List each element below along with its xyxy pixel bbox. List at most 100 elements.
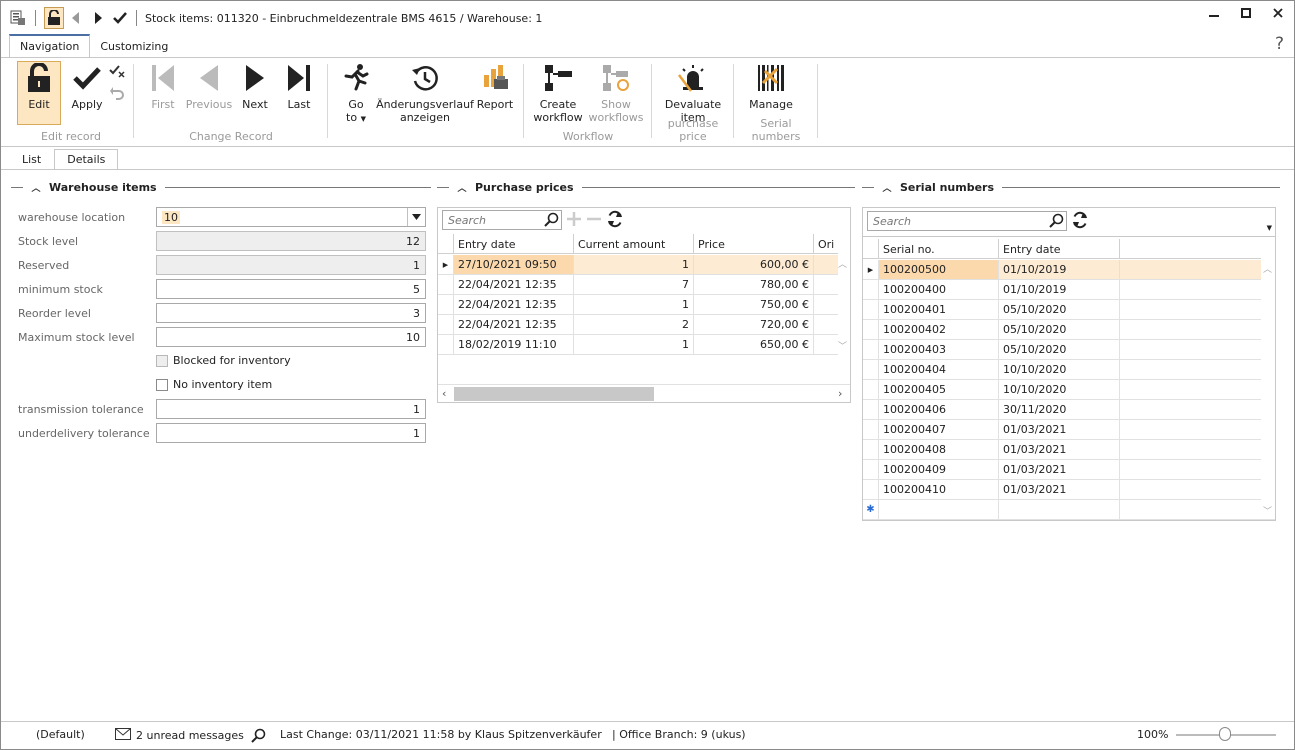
checkbox-box[interactable] xyxy=(156,354,168,367)
cell-serial-no[interactable]: 100200401 xyxy=(879,300,999,319)
cell-current-amount[interactable]: 1 xyxy=(574,255,694,274)
new-row-date-cell[interactable] xyxy=(999,500,1120,519)
reorder-level-field[interactable]: 3 xyxy=(156,303,426,323)
vertical-scrollbar[interactable]: ︿ ﹀ xyxy=(1261,260,1275,520)
table-row[interactable]: 100200409 01/03/2021 xyxy=(863,460,1261,480)
cell-serial-no[interactable]: 100200406 xyxy=(879,400,999,419)
previous-button[interactable]: Previous xyxy=(185,62,233,111)
cell-entry-date[interactable]: 10/10/2020 xyxy=(999,380,1120,399)
cell-serial-no[interactable]: 100200404 xyxy=(879,360,999,379)
cell-empty[interactable] xyxy=(1120,280,1261,299)
search-icon[interactable] xyxy=(1049,213,1064,231)
cell-empty[interactable] xyxy=(1120,420,1261,439)
cell-serial-no[interactable]: 100200500 xyxy=(879,260,999,279)
table-row[interactable]: 100200410 01/03/2021 xyxy=(863,480,1261,500)
table-row[interactable]: 100200403 05/10/2020 xyxy=(863,340,1261,360)
cell-current-amount[interactable]: 2 xyxy=(574,315,694,334)
cell-ori[interactable] xyxy=(814,255,838,274)
table-row[interactable]: 100200400 01/10/2019 xyxy=(863,280,1261,300)
vertical-scrollbar[interactable]: ︿ ﹀ xyxy=(836,255,850,355)
table-row[interactable]: 22/04/2021 12:35 2 720,00 € xyxy=(438,315,838,335)
cell-price[interactable]: 600,00 € xyxy=(694,255,814,274)
cell-entry-date[interactable]: 01/10/2019 xyxy=(999,280,1120,299)
search-status-icon[interactable] xyxy=(251,728,266,743)
new-row-serial-cell[interactable] xyxy=(879,500,999,519)
table-row[interactable]: 100200406 30/11/2020 xyxy=(863,400,1261,420)
table-row[interactable]: 100200401 05/10/2020 xyxy=(863,300,1261,320)
quick-edit-button[interactable] xyxy=(44,7,64,29)
table-row[interactable]: ▶ 100200500 01/10/2019 xyxy=(863,260,1261,280)
cell-empty[interactable] xyxy=(1120,480,1261,499)
cell-empty[interactable] xyxy=(1120,440,1261,459)
blocked-for-inventory-checkbox[interactable]: Blocked for inventory xyxy=(156,354,291,367)
cell-empty[interactable] xyxy=(1120,380,1261,399)
cell-entry-date[interactable]: 01/03/2021 xyxy=(999,440,1120,459)
cell-entry-date[interactable]: 05/10/2020 xyxy=(999,300,1120,319)
cell-ori[interactable] xyxy=(814,315,838,334)
warehouse-items-header[interactable]: ︿ Warehouse items xyxy=(11,180,431,194)
cell-empty[interactable] xyxy=(1120,300,1261,319)
cell-entry-date[interactable]: 01/03/2021 xyxy=(999,480,1120,499)
col-serial-no[interactable]: Serial no. xyxy=(879,239,999,258)
goto-button[interactable]: Go to ▼ xyxy=(337,62,375,126)
zoom-slider-thumb[interactable] xyxy=(1219,727,1231,741)
horizontal-scrollbar[interactable]: ‹ › xyxy=(438,384,850,402)
scroll-left-icon[interactable]: ‹ xyxy=(442,387,446,400)
undo-icon[interactable] xyxy=(109,86,125,105)
cell-entry-date[interactable]: 10/10/2020 xyxy=(999,360,1120,379)
cell-current-amount[interactable]: 1 xyxy=(574,335,694,354)
cell-serial-no[interactable]: 100200402 xyxy=(879,320,999,339)
scroll-right-icon[interactable]: › xyxy=(838,387,842,400)
tab-details[interactable]: Details xyxy=(54,149,119,170)
maximum-stock-field[interactable]: 10 xyxy=(156,327,426,347)
cell-price[interactable]: 780,00 € xyxy=(694,275,814,294)
col-price[interactable]: Price xyxy=(694,234,814,253)
cell-ori[interactable] xyxy=(814,275,838,294)
scroll-thumb[interactable] xyxy=(454,387,654,401)
minimum-stock-field[interactable]: 5 xyxy=(156,279,426,299)
cell-entry-date[interactable]: 01/03/2021 xyxy=(999,460,1120,479)
table-row[interactable]: ▶ 27/10/2021 09:50 1 600,00 € xyxy=(438,255,838,275)
cell-price[interactable]: 720,00 € xyxy=(694,315,814,334)
table-row[interactable]: 100200405 10/10/2020 xyxy=(863,380,1261,400)
quick-previous-button[interactable] xyxy=(66,7,86,29)
table-row[interactable]: 18/02/2019 11:10 1 650,00 € xyxy=(438,335,838,355)
collapse-chevron-icon[interactable]: ︿ xyxy=(882,181,892,194)
cell-entry-date[interactable]: 05/10/2020 xyxy=(999,320,1120,339)
table-row[interactable]: 22/04/2021 12:35 1 750,00 € xyxy=(438,295,838,315)
cell-empty[interactable] xyxy=(1120,400,1261,419)
col-entry-date[interactable]: Entry date xyxy=(454,234,574,253)
report-button[interactable]: Report xyxy=(473,62,517,111)
cell-entry-date[interactable]: 18/02/2019 11:10 xyxy=(454,335,574,354)
collapse-chevron-icon[interactable]: ︿ xyxy=(457,181,467,194)
edit-button[interactable]: Edit xyxy=(17,61,61,125)
last-button[interactable]: Last xyxy=(279,62,319,111)
cell-serial-no[interactable]: 100200408 xyxy=(879,440,999,459)
cell-serial-no[interactable]: 100200410 xyxy=(879,480,999,499)
serial-numbers-search-input[interactable]: Search xyxy=(867,211,1067,231)
cell-current-amount[interactable]: 1 xyxy=(574,295,694,314)
col-entry-date[interactable]: Entry date xyxy=(999,239,1120,258)
new-row-empty-cell[interactable] xyxy=(1120,500,1261,519)
cell-price[interactable]: 750,00 € xyxy=(694,295,814,314)
cell-empty[interactable] xyxy=(1120,260,1261,279)
col-current-amount[interactable]: Current amount xyxy=(574,234,694,253)
table-row[interactable]: 100200404 10/10/2020 xyxy=(863,360,1261,380)
underdelivery-tolerance-field[interactable]: 1 xyxy=(156,423,426,443)
change-history-button[interactable]: Änderungsverlauf anzeigen xyxy=(376,62,474,124)
create-workflow-button[interactable]: Create workflow xyxy=(531,62,585,124)
cell-serial-no[interactable]: 100200400 xyxy=(879,280,999,299)
help-icon[interactable]: ? xyxy=(1275,34,1284,54)
cell-entry-date[interactable]: 05/10/2020 xyxy=(999,340,1120,359)
cell-empty[interactable] xyxy=(1120,320,1261,339)
apply-all-icon[interactable] xyxy=(109,64,125,81)
cell-empty[interactable] xyxy=(1120,360,1261,379)
quick-apply-button[interactable] xyxy=(110,7,130,29)
cell-entry-date[interactable]: 01/10/2019 xyxy=(999,260,1120,279)
show-workflows-button[interactable]: Show workflows xyxy=(587,62,645,124)
devaluate-item-button[interactable]: Devaluate item xyxy=(657,62,729,124)
tab-list[interactable]: List xyxy=(9,149,54,170)
purchase-prices-header[interactable]: ︿ Purchase prices xyxy=(437,180,855,194)
close-icon[interactable] xyxy=(1262,1,1294,25)
table-row[interactable]: 100200407 01/03/2021 xyxy=(863,420,1261,440)
